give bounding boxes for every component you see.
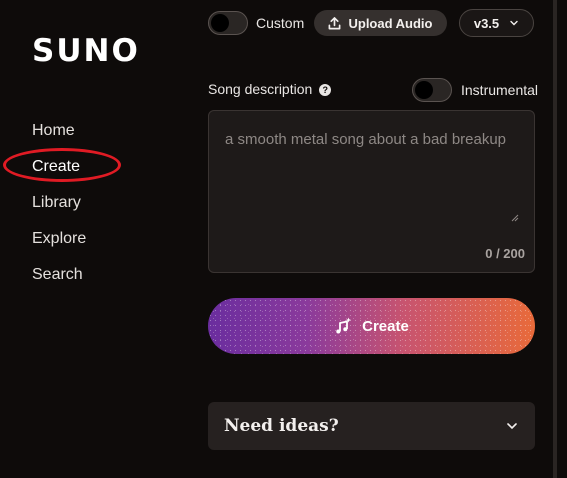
resize-grip-icon[interactable] [511,214,519,222]
toggle-knob [211,14,229,32]
custom-toggle[interactable] [208,11,248,35]
need-ideas-accordion[interactable]: Need ideas? [208,402,535,450]
need-ideas-label: Need ideas? [224,416,339,436]
sidebar-item-create[interactable]: Create [32,156,86,192]
suno-logo[interactable]: SUNO [32,33,140,69]
custom-label: Custom [256,15,305,31]
upload-audio-label: Upload Audio [348,15,433,31]
sidebar-item-home[interactable]: Home [32,120,86,156]
sidebar-nav: Home Create Library Explore Search [32,120,86,300]
model-version-value: v3.5 [473,15,500,31]
chevron-down-icon [507,423,517,430]
instrumental-toggle[interactable] [412,78,452,102]
sidebar-item-library[interactable]: Library [32,192,86,228]
upload-audio-button[interactable]: Upload Audio [314,10,447,36]
music-sparkle-icon [336,317,352,334]
character-count: 0 / 200 [485,246,525,261]
instrumental-label: Instrumental [461,82,539,98]
song-description-box: 0 / 200 [208,110,535,273]
chevron-down-icon [510,20,518,26]
help-icon[interactable]: ? [319,84,332,96]
song-description-label: Song description? [208,81,332,97]
create-song-button[interactable]: Create [208,298,535,354]
song-description-input[interactable] [209,111,534,231]
toggle-knob [415,81,433,99]
create-button-label: Create [362,317,409,335]
sidebar-item-search[interactable]: Search [32,264,86,300]
sidebar-item-explore[interactable]: Explore [32,228,86,264]
panel-scrollbar[interactable] [553,0,557,478]
model-version-select[interactable]: v3.5 [459,9,534,37]
song-description-label-text: Song description [208,81,313,97]
upload-icon [329,16,341,29]
